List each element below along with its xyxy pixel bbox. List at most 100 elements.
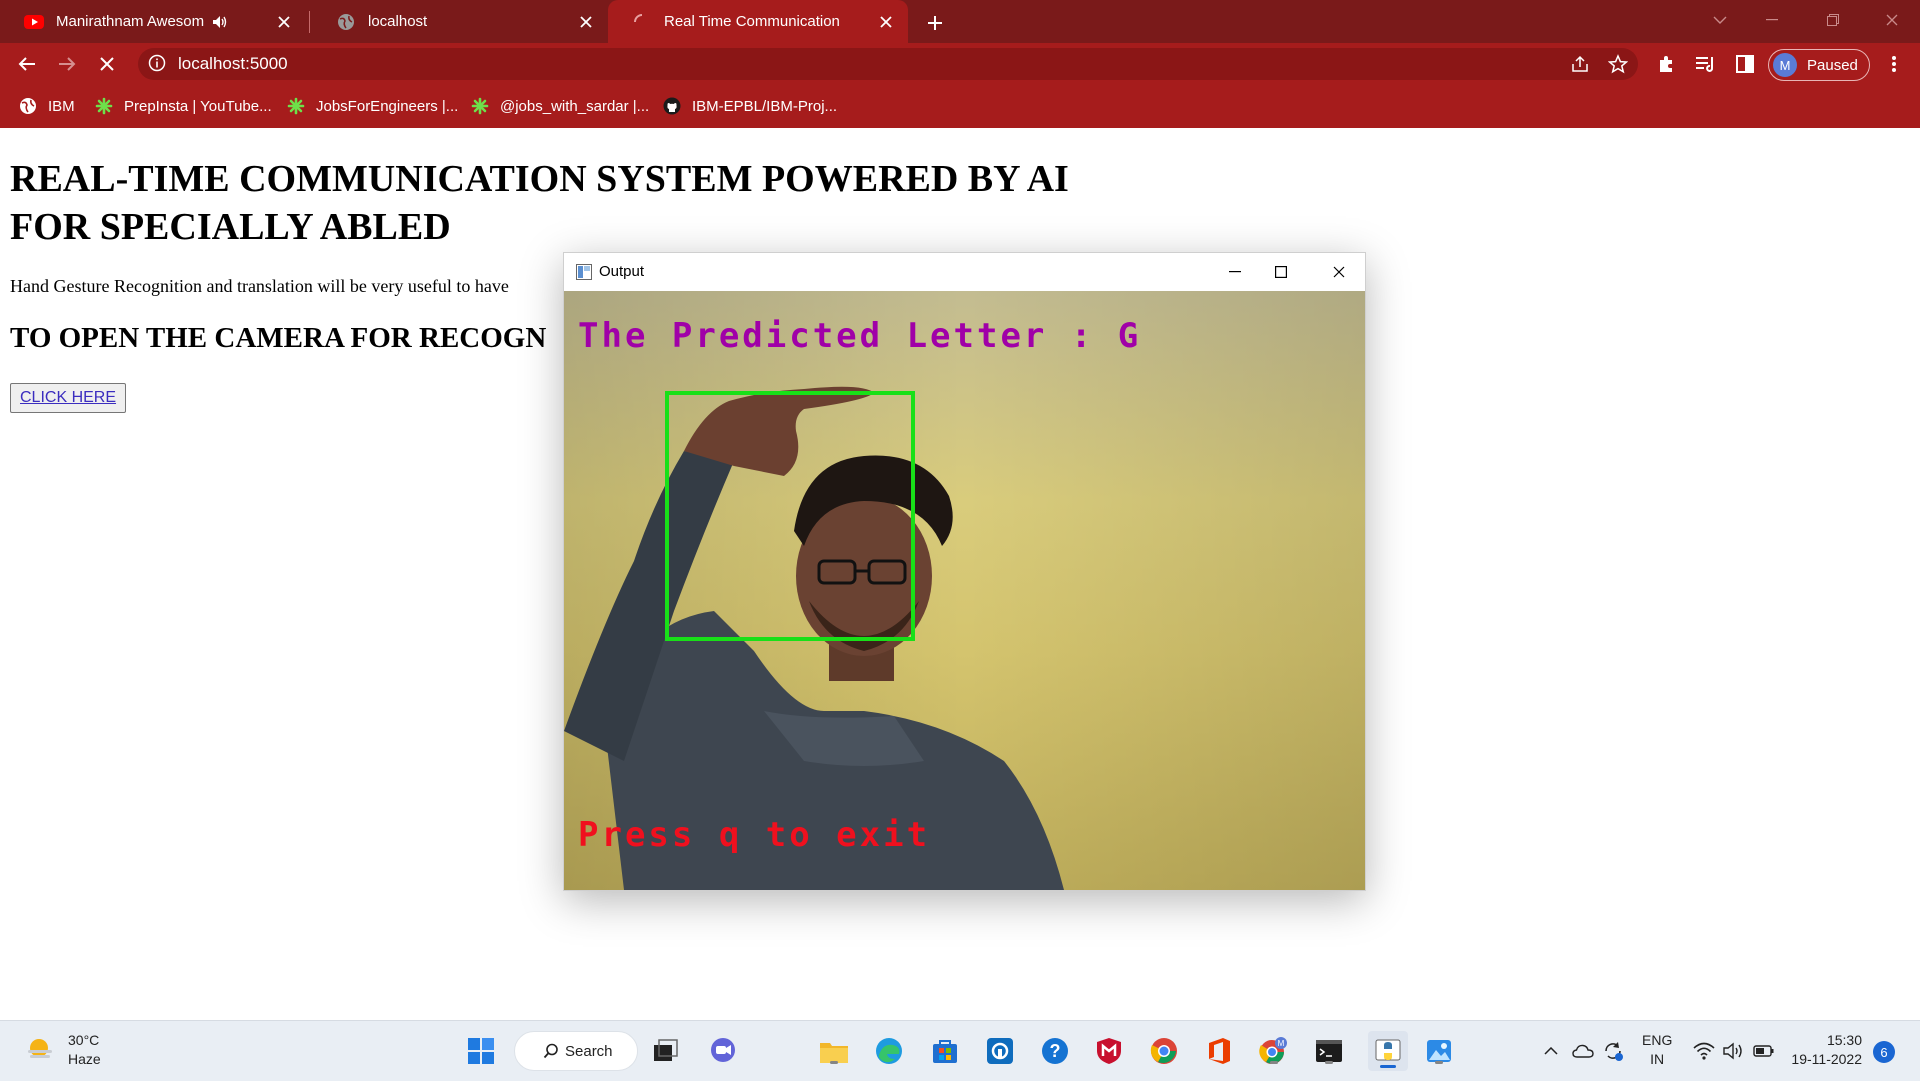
tab-real-time-communication[interactable]: Real Time Communication [608, 0, 908, 43]
minimize-icon[interactable] [1752, 0, 1792, 40]
svg-text:M: M [1278, 1039, 1285, 1048]
bookmark-prepinsta[interactable]: PrepInsta | YouTube... [94, 96, 272, 116]
leaf-icon [286, 96, 306, 116]
profile-status: Paused [1807, 56, 1858, 74]
github-icon [662, 96, 682, 116]
mcafee-icon[interactable] [1093, 1035, 1125, 1067]
profile-button[interactable]: M Paused [1768, 49, 1870, 81]
side-panel-icon[interactable] [1731, 50, 1759, 78]
file-explorer-icon[interactable] [818, 1035, 850, 1067]
bookmark-ibm[interactable]: IBM [18, 96, 75, 116]
tab-search-icon[interactable] [1700, 0, 1740, 40]
edge-icon[interactable] [873, 1035, 905, 1067]
chrome-profile-icon[interactable]: M [1258, 1035, 1290, 1067]
share-icon[interactable] [1570, 54, 1590, 74]
terminal-icon[interactable] [1313, 1035, 1345, 1067]
running-indicator [1270, 1061, 1278, 1064]
reading-list-icon[interactable] [1692, 50, 1720, 78]
search-label: Search [565, 1042, 613, 1060]
stop-loading-icon[interactable] [93, 50, 121, 78]
bookmark-star-icon[interactable] [1608, 54, 1628, 74]
page-title-line1: REAL-TIME COMMUNICATION SYSTEM POWERED B… [10, 158, 1069, 200]
maximize-icon[interactable] [1258, 257, 1304, 287]
window-app-icon [576, 264, 592, 280]
weather-temp: 30°C [68, 1032, 100, 1048]
page-description: Hand Gesture Recognition and translation… [10, 276, 509, 296]
bookmark-jobsforengineers[interactable]: JobsForEngineers |... [286, 96, 458, 116]
taskbar: 30°C Haze Search ? M ENG IN 15:30 19-11-… [0, 1020, 1920, 1081]
tray-overflow-icon[interactable] [1540, 1035, 1562, 1067]
output-window-titlebar[interactable]: Output [564, 253, 1365, 291]
microsoft-store-icon[interactable] [929, 1035, 961, 1067]
back-icon[interactable] [13, 50, 41, 78]
office-icon[interactable] [1203, 1035, 1235, 1067]
minimize-icon[interactable] [1212, 257, 1258, 287]
globe-icon [336, 12, 356, 32]
restore-icon[interactable] [1813, 0, 1853, 40]
tab-title: localhost [368, 13, 428, 30]
language-indicator[interactable]: ENG IN [1642, 1031, 1672, 1069]
svg-text:?: ? [1050, 1041, 1061, 1061]
avatar: M [1773, 53, 1797, 77]
loading-spinner-icon [632, 12, 652, 32]
address-bar[interactable]: localhost:5000 [138, 48, 1638, 80]
bookmark-label: IBM-EPBL/IBM-Proj... [692, 97, 838, 115]
photos-icon[interactable] [1423, 1035, 1455, 1067]
close-window-icon[interactable] [1872, 0, 1912, 40]
get-help-icon[interactable]: ? [1039, 1035, 1071, 1067]
address-text: localhost:5000 [178, 54, 288, 73]
close-tab-icon[interactable] [876, 12, 896, 32]
forward-icon[interactable] [53, 50, 81, 78]
site-info-icon[interactable] [148, 54, 166, 72]
clock[interactable]: 15:30 19-11-2022 [1790, 1031, 1862, 1069]
sync-icon[interactable] [1600, 1035, 1626, 1067]
onedrive-icon[interactable] [1570, 1035, 1596, 1067]
output-window: Output The Predicted Letter: G Press q … [563, 252, 1366, 891]
teams-chat-icon[interactable] [707, 1035, 739, 1067]
sun-haze-icon [26, 1036, 54, 1064]
new-tab-button[interactable] [922, 10, 948, 36]
language-line2: IN [1650, 1051, 1665, 1067]
tab-separator [309, 11, 310, 33]
task-view-icon[interactable] [650, 1035, 682, 1067]
click-here-button[interactable]: CLICK HERE [10, 383, 127, 413]
camera-heading: TO OPEN THE CAMERA FOR RECOGN [10, 322, 547, 354]
battery-icon[interactable] [1750, 1035, 1778, 1067]
close-tab-icon[interactable] [274, 12, 294, 32]
bookmark-label: @jobs_with_sardar |... [500, 97, 650, 115]
notification-badge[interactable]: 6 [1873, 1041, 1895, 1063]
globe-icon [18, 96, 38, 116]
bookmarks-bar: IBM PrepInsta | YouTube... JobsForEngine… [0, 85, 1920, 128]
running-indicator [1435, 1061, 1443, 1064]
speaker-icon[interactable] [212, 15, 228, 29]
running-indicator [830, 1061, 838, 1064]
bookmark-jobs-with-sardar[interactable]: @jobs_with_sardar |... [470, 96, 649, 116]
bookmark-ibm-epbl[interactable]: IBM-EPBL/IBM-Proj... [662, 96, 837, 116]
leaf-icon [470, 96, 490, 116]
output-window-title: Output [599, 263, 645, 280]
tab-youtube[interactable]: Manirathnam Awesome Tam [0, 0, 306, 43]
page-title-line2: FOR SPECIALLY ABLED [10, 206, 451, 248]
close-icon[interactable] [1316, 257, 1362, 287]
running-indicator [1325, 1061, 1333, 1064]
close-tab-icon[interactable] [576, 12, 596, 32]
page-title: REAL-TIME COMMUNICATION SYSTEM POWERED B… [10, 155, 1150, 251]
menu-icon[interactable] [1880, 50, 1908, 78]
taskbar-search[interactable]: Search [514, 1031, 638, 1071]
extensions-icon[interactable] [1652, 50, 1680, 78]
chrome-icon[interactable] [1148, 1035, 1180, 1067]
clock-date: 19-11-2022 [1791, 1051, 1862, 1067]
start-icon[interactable] [465, 1035, 497, 1067]
volume-icon[interactable] [1720, 1035, 1748, 1067]
wifi-icon[interactable] [1690, 1035, 1718, 1067]
tab-strip: Manirathnam Awesome Tam localhost Real T… [0, 0, 1920, 43]
tab-localhost[interactable]: localhost [312, 0, 608, 43]
python-output-icon[interactable] [1368, 1031, 1408, 1071]
company-portal-icon[interactable] [984, 1035, 1016, 1067]
active-indicator [1380, 1065, 1396, 1068]
leaf-icon [94, 96, 114, 116]
roi-box [665, 391, 915, 641]
weather-widget[interactable]: 30°C Haze [26, 1031, 101, 1069]
search-icon [543, 1043, 559, 1059]
bookmark-label: IBM [48, 97, 75, 115]
